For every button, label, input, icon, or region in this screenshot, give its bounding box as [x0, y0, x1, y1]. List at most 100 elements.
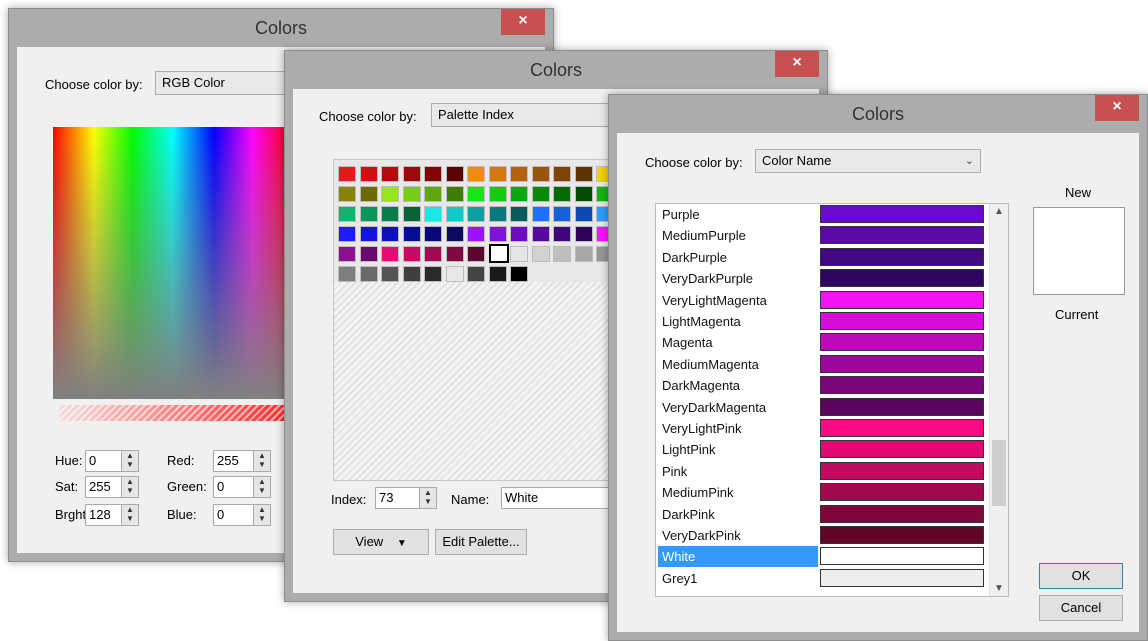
- palette-swatch[interactable]: [467, 206, 485, 222]
- title-bar[interactable]: Colors ×: [285, 51, 827, 89]
- palette-swatch[interactable]: [338, 226, 356, 242]
- green-spin-button[interactable]: ▲ ▼: [253, 476, 271, 498]
- palette-swatch[interactable]: [381, 246, 399, 262]
- palette-swatch[interactable]: [510, 206, 528, 222]
- palette-swatch[interactable]: [381, 186, 399, 202]
- palette-swatch[interactable]: [445, 186, 464, 202]
- palette-swatch[interactable]: [488, 266, 507, 282]
- color-list-item[interactable]: VeryDarkMagenta: [656, 397, 989, 418]
- palette-swatch[interactable]: [467, 166, 485, 182]
- palette-swatch[interactable]: [574, 226, 593, 242]
- cancel-button[interactable]: Cancel: [1039, 595, 1123, 621]
- palette-swatch[interactable]: [338, 186, 356, 202]
- hue-input[interactable]: 0 ▲ ▼: [85, 450, 139, 472]
- blue-input[interactable]: 0 ▲ ▼: [213, 504, 271, 526]
- palette-swatch[interactable]: [510, 266, 528, 282]
- palette-swatch[interactable]: [510, 186, 528, 202]
- palette-swatch[interactable]: [574, 166, 593, 182]
- palette-swatch[interactable]: [531, 186, 550, 202]
- sat-input[interactable]: 255 ▲ ▼: [85, 476, 139, 498]
- green-input[interactable]: 0 ▲ ▼: [213, 476, 271, 498]
- close-button[interactable]: ×: [775, 51, 819, 77]
- name-input[interactable]: White: [501, 487, 621, 509]
- brightness-slider[interactable]: [59, 405, 291, 421]
- palette-swatch[interactable]: [574, 206, 593, 222]
- sat-spin-button[interactable]: ▲ ▼: [121, 476, 139, 498]
- palette-swatch[interactable]: [359, 266, 378, 282]
- palette-swatch[interactable]: [381, 266, 399, 282]
- palette-grid[interactable]: [333, 159, 621, 481]
- palette-swatch[interactable]: [381, 226, 399, 242]
- index-input[interactable]: 73 ▲ ▼: [375, 487, 437, 509]
- palette-swatch[interactable]: [424, 166, 442, 182]
- color-list-item[interactable]: MediumPurple: [656, 225, 989, 246]
- palette-swatch[interactable]: [402, 186, 421, 202]
- hue-spin-button[interactable]: ▲ ▼: [121, 450, 139, 472]
- brght-spin-button[interactable]: ▲ ▼: [121, 504, 139, 526]
- color-list-item[interactable]: VeryLightPink: [656, 418, 989, 439]
- palette-swatch[interactable]: [424, 246, 442, 262]
- ok-button[interactable]: OK: [1039, 563, 1123, 589]
- title-bar[interactable]: Colors ×: [9, 9, 553, 47]
- palette-swatch[interactable]: [424, 186, 442, 202]
- palette-swatch[interactable]: [488, 226, 507, 242]
- color-name-list[interactable]: Grey1 White VeryDarkPink DarkPink MediumPink…: [655, 203, 1009, 597]
- color-list-item[interactable]: VeryLightMagenta: [656, 290, 989, 311]
- color-list-item[interactable]: Grey1: [656, 568, 989, 589]
- close-button[interactable]: ×: [501, 9, 545, 35]
- palette-swatch[interactable]: [402, 166, 421, 182]
- palette-swatch[interactable]: [467, 266, 485, 282]
- palette-swatch[interactable]: [381, 206, 399, 222]
- palette-swatch[interactable]: [402, 266, 421, 282]
- color-list-item[interactable]: VeryDarkPink: [656, 525, 989, 546]
- color-list-item[interactable]: Magenta: [656, 332, 989, 353]
- palette-swatch[interactable]: [488, 186, 507, 202]
- color-list-item[interactable]: DarkPink: [656, 504, 989, 525]
- list-scrollbar[interactable]: ▲ ▼: [989, 204, 1008, 596]
- red-input[interactable]: 255 ▲ ▼: [213, 450, 271, 472]
- palette-swatch[interactable]: [445, 246, 464, 262]
- color-list-item[interactable]: LightMagenta: [656, 311, 989, 332]
- color-mode-select[interactable]: Color Name ⌄: [755, 149, 981, 173]
- palette-swatch[interactable]: [510, 166, 528, 182]
- color-list-item[interactable]: MediumMagenta: [656, 354, 989, 375]
- color-spectrum[interactable]: [53, 127, 293, 399]
- palette-swatch[interactable]: [531, 226, 550, 242]
- palette-swatch[interactable]: [424, 226, 442, 242]
- scroll-up-icon[interactable]: ▲: [990, 206, 1008, 217]
- palette-swatch[interactable]: [359, 186, 378, 202]
- palette-swatch[interactable]: [510, 246, 528, 262]
- view-button[interactable]: View ▼: [333, 529, 429, 555]
- palette-swatch[interactable]: [445, 166, 464, 182]
- palette-swatch[interactable]: [531, 166, 550, 182]
- edit-palette-button[interactable]: Edit Palette...: [435, 529, 527, 555]
- palette-swatch[interactable]: [531, 206, 550, 222]
- palette-swatch[interactable]: [574, 186, 593, 202]
- blue-spin-button[interactable]: ▲ ▼: [253, 504, 271, 526]
- palette-swatch[interactable]: [510, 226, 528, 242]
- palette-swatch[interactable]: [553, 166, 571, 182]
- palette-swatch[interactable]: [445, 206, 464, 222]
- palette-swatch[interactable]: [359, 206, 378, 222]
- title-bar[interactable]: Colors ×: [609, 95, 1147, 133]
- color-list-item[interactable]: Purple: [656, 204, 989, 225]
- palette-swatch[interactable]: [488, 206, 507, 222]
- palette-swatch[interactable]: [359, 226, 378, 242]
- red-spin-button[interactable]: ▲ ▼: [253, 450, 271, 472]
- scroll-down-icon[interactable]: ▼: [990, 583, 1008, 594]
- palette-swatch[interactable]: [381, 166, 399, 182]
- palette-swatch[interactable]: [338, 166, 356, 182]
- palette-swatch[interactable]: [402, 206, 421, 222]
- palette-swatch[interactable]: [402, 246, 421, 262]
- palette-swatch[interactable]: [359, 166, 378, 182]
- palette-swatch[interactable]: [424, 206, 442, 222]
- palette-swatch[interactable]: [359, 246, 378, 262]
- palette-swatch[interactable]: [467, 246, 485, 262]
- palette-swatch[interactable]: [553, 226, 571, 242]
- palette-swatch[interactable]: [445, 266, 464, 282]
- color-list-item[interactable]: White: [656, 546, 989, 568]
- palette-swatch[interactable]: [445, 226, 464, 242]
- color-list-item[interactable]: VeryDarkPurple: [656, 268, 989, 289]
- color-list-item[interactable]: LightPink: [656, 439, 989, 460]
- palette-swatch[interactable]: [553, 246, 571, 262]
